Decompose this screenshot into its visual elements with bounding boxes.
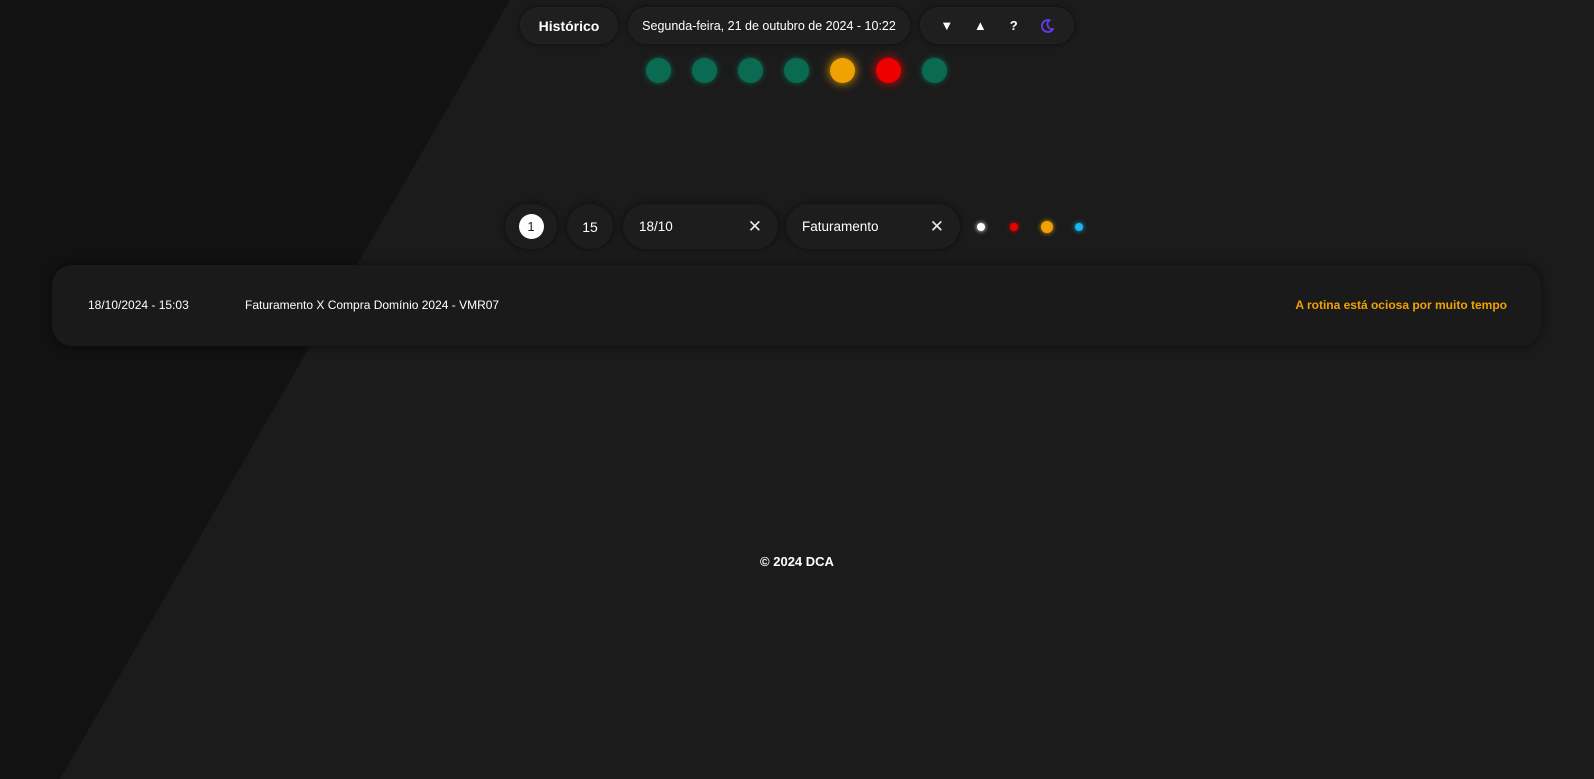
status-dot[interactable] [692, 58, 717, 83]
status-dot[interactable] [876, 58, 901, 83]
expand-all-icon[interactable]: ▲ [967, 13, 993, 39]
history-button-label: Histórico [538, 17, 600, 34]
routine-title: Faturamento X Compra Domínio 2024 - VMR0… [245, 298, 500, 312]
date-filter[interactable]: 18/10 ✕ [623, 204, 778, 249]
status-dot[interactable] [738, 58, 763, 83]
help-icon[interactable]: ? [1001, 13, 1027, 39]
clear-date-icon[interactable]: ✕ [748, 218, 762, 235]
category-filter-value: Faturamento [802, 219, 879, 234]
date-filter-value: 18/10 [639, 219, 673, 234]
legend-dot-orange[interactable] [1041, 221, 1053, 233]
status-dot[interactable] [646, 58, 671, 83]
history-button[interactable]: Histórico [520, 7, 618, 44]
routine-card[interactable]: 18/10/2024 - 15:03 Faturamento X Compra … [52, 265, 1541, 346]
footer-copyright: © 2024 DCA [760, 554, 834, 569]
status-dot[interactable] [922, 58, 947, 83]
category-filter[interactable]: Faturamento ✕ [786, 204, 960, 249]
legend-dot-red[interactable] [1010, 223, 1018, 231]
page-button-current[interactable]: 1 [518, 214, 544, 239]
clear-category-icon[interactable]: ✕ [930, 218, 944, 235]
routine-datetime: 18/10/2024 - 15:03 [88, 298, 189, 312]
page-size-value: 15 [582, 218, 598, 235]
filter-row: 1 15 18/10 ✕ Faturamento ✕ [0, 204, 1594, 249]
routine-status-text: A rotina está ociosa por muito tempo [1295, 298, 1507, 312]
toolbar-icons: ▼ ▲ ? [920, 7, 1074, 44]
top-bar: Histórico Segunda-feira, 21 de outubro d… [0, 7, 1594, 44]
dark-mode-moon-icon[interactable] [1034, 13, 1060, 39]
page: Histórico Segunda-feira, 21 de outubro d… [0, 0, 1594, 779]
background-diagonal [0, 0, 510, 779]
collapse-all-icon[interactable]: ▼ [934, 13, 960, 39]
legend-dot-blue[interactable] [1075, 223, 1083, 231]
pagination: 1 [505, 204, 557, 249]
status-dot[interactable] [784, 58, 809, 83]
current-datetime-text: Segunda-feira, 21 de outubro de 2024 - 1… [642, 18, 896, 33]
legend-dot-white[interactable] [977, 223, 985, 231]
current-datetime: Segunda-feira, 21 de outubro de 2024 - 1… [628, 7, 910, 44]
page-size-button[interactable]: 15 [567, 204, 613, 249]
status-dot[interactable] [830, 58, 855, 83]
